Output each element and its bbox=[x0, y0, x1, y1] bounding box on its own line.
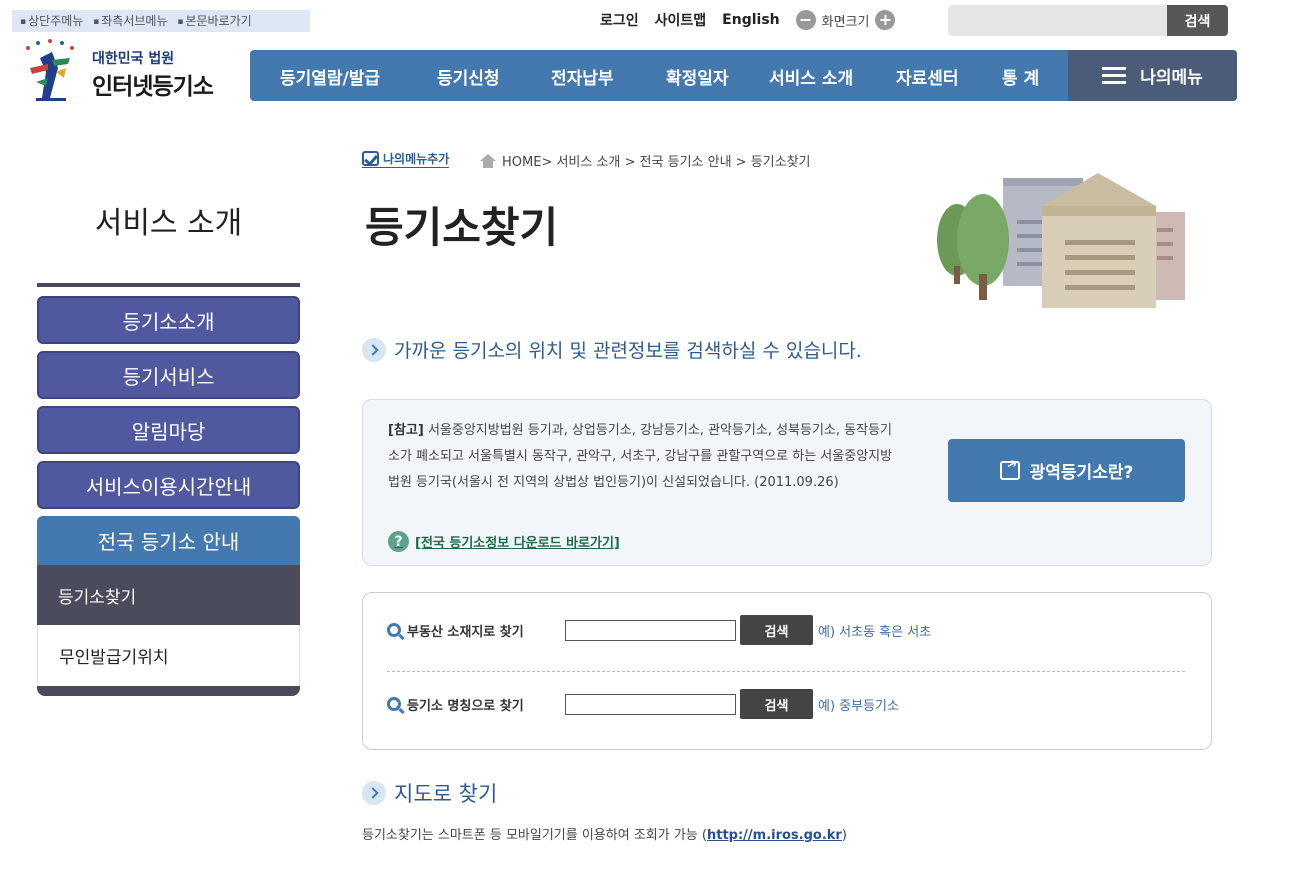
english-link[interactable]: English bbox=[722, 12, 779, 28]
map-search-title[interactable]: 지도로 찾기 bbox=[394, 778, 497, 808]
gnb-item-apply[interactable]: 등기신청 bbox=[437, 64, 500, 89]
lnb-item-office-intro[interactable]: 등기소소개 bbox=[37, 296, 300, 344]
download-link-label: [전국 등기소정보 다운로드 바로가기] bbox=[415, 536, 620, 551]
skip-link-top-menu[interactable]: 상단주메뉴 bbox=[20, 14, 83, 28]
gnb-item-view-issue[interactable]: 등기열람/발급 bbox=[280, 64, 380, 89]
zoom-out-icon[interactable]: − bbox=[795, 10, 816, 30]
page-title: 등기소찾기 bbox=[365, 203, 559, 252]
court-emblem-icon bbox=[26, 39, 74, 101]
search-by-name-row: 등기소 명칭으로 찾기 검색 예) 중부등기소 bbox=[387, 689, 899, 719]
lnb-title: 서비스 소개 bbox=[94, 206, 243, 241]
map-search-heading: 지도로 찾기 bbox=[362, 778, 497, 808]
skip-links: 상단주메뉴 좌측서브메뉴 본문바로가기 bbox=[12, 10, 310, 32]
office-search-box: 부동산 소재지로 찾기 검색 예) 서초동 혹은 서초 등기소 명칭으로 찾기 … bbox=[362, 592, 1212, 750]
chevron-right-icon bbox=[362, 337, 386, 362]
breadcrumb-path: HOME> 서비스 소개 > 전국 등기소 안내 > 등기소찾기 bbox=[502, 155, 811, 170]
utility-bar: 로그인 사이트맵 English − 화면크기 + bbox=[600, 8, 896, 32]
logo-subtitle: 대한민국 법원 bbox=[92, 51, 175, 67]
gnb-item-fixed-date[interactable]: 확정일자 bbox=[666, 64, 729, 89]
mobile-notice: 등기소찾기는 스마트폰 등 모바일기기를 이용하여 조회가 가능 (http:/… bbox=[362, 828, 847, 843]
download-link[interactable]: ? [전국 등기소정보 다운로드 바로가기] bbox=[388, 531, 620, 552]
gnb-item-payment[interactable]: 전자납부 bbox=[551, 64, 614, 89]
office-name-search-button[interactable]: 검색 bbox=[740, 689, 813, 719]
mobile-site-link[interactable]: http://m.iros.go.kr bbox=[707, 828, 842, 843]
search-by-name-label: 등기소 명칭으로 찾기 bbox=[387, 695, 565, 714]
my-menu-button[interactable]: 나의메뉴 bbox=[1068, 50, 1237, 101]
lnb-sub-kiosk-location[interactable]: 무인발급기위치 bbox=[37, 625, 300, 686]
address-example: 예) 서초동 혹은 서초 bbox=[818, 624, 932, 640]
divider bbox=[387, 671, 1185, 672]
lnb-divider bbox=[37, 283, 300, 287]
lnb-sub-find-office[interactable]: 등기소찾기 bbox=[37, 565, 300, 625]
lnb-item-service-hours[interactable]: 서비스이용시간안내 bbox=[37, 461, 300, 509]
question-icon: ? bbox=[388, 531, 409, 552]
main-navigation: 등기열람/발급 등기신청 전자납부 확정일자 서비스 소개 자료센터 통 계 나… bbox=[250, 50, 1237, 101]
site-logo[interactable]: 대한민국 법원 인터넷등기소 bbox=[18, 38, 233, 104]
search-icon bbox=[387, 697, 401, 711]
hamburger-icon bbox=[1102, 66, 1127, 85]
home-icon[interactable] bbox=[480, 153, 496, 168]
search-by-address-label: 부동산 소재지로 찾기 bbox=[387, 621, 565, 640]
zoom-label: 화면크기 bbox=[821, 14, 870, 30]
address-search-button[interactable]: 검색 bbox=[740, 615, 813, 645]
search-button[interactable]: 검색 bbox=[1167, 5, 1228, 36]
external-link-icon bbox=[999, 461, 1020, 480]
lnb-item-nationwide-offices[interactable]: 전국 등기소 안내 bbox=[37, 516, 300, 565]
site-search: 검색 bbox=[948, 5, 1228, 36]
breadcrumb: HOME> 서비스 소개 > 전국 등기소 안내 > 등기소찾기 bbox=[480, 151, 811, 170]
chevron-right-icon bbox=[362, 781, 386, 805]
search-icon bbox=[387, 623, 401, 637]
address-input[interactable] bbox=[565, 619, 736, 641]
lnb-item-registry-service[interactable]: 등기서비스 bbox=[37, 351, 300, 399]
add-my-menu-link[interactable]: 나의메뉴추가 bbox=[362, 150, 450, 168]
registry-building-illustration bbox=[937, 173, 1185, 308]
logo-title: 인터넷등기소 bbox=[92, 74, 214, 100]
zoom-control: − 화면크기 + bbox=[795, 10, 896, 30]
my-menu-label: 나의메뉴 bbox=[1140, 68, 1203, 88]
sitemap-link[interactable]: 사이트맵 bbox=[655, 10, 707, 30]
notice-box: [참고] 서울중앙지방법원 등기과, 상업등기소, 강남등기소, 관악등기소, … bbox=[362, 399, 1212, 566]
checkbox-icon bbox=[362, 151, 379, 166]
gnb-item-service-intro[interactable]: 서비스 소개 bbox=[769, 64, 853, 89]
zoom-in-icon[interactable]: + bbox=[875, 10, 896, 30]
gnb-item-statistics[interactable]: 통 계 bbox=[1002, 64, 1039, 89]
intro-heading: 가까운 등기소의 위치 및 관련정보를 검색하실 수 있습니다. bbox=[362, 336, 862, 363]
lnb-active-group: 전국 등기소 안내 등기소찾기 무인발급기위치 bbox=[37, 516, 300, 696]
login-link[interactable]: 로그인 bbox=[600, 10, 639, 30]
lnb-item-notice-board[interactable]: 알림마당 bbox=[37, 406, 300, 454]
office-name-example: 예) 중부등기소 bbox=[818, 698, 899, 714]
gnb-item-resources[interactable]: 자료센터 bbox=[896, 64, 959, 89]
office-name-input[interactable] bbox=[565, 693, 736, 715]
intro-text: 가까운 등기소의 위치 및 관련정보를 검색하실 수 있습니다. bbox=[394, 340, 862, 362]
wide-registry-button[interactable]: 광역등기소란? bbox=[948, 439, 1185, 502]
search-by-address-row: 부동산 소재지로 찾기 검색 예) 서초동 혹은 서초 bbox=[387, 615, 931, 645]
add-my-menu-label: 나의메뉴추가 bbox=[383, 152, 450, 166]
notice-tag: [참고] bbox=[388, 423, 424, 438]
skip-link-content[interactable]: 본문바로가기 bbox=[177, 14, 251, 28]
wide-registry-label: 광역등기소란? bbox=[1029, 463, 1134, 483]
notice-text: [참고] 서울중앙지방법원 등기과, 상업등기소, 강남등기소, 관악등기소, … bbox=[388, 418, 893, 496]
skip-link-left-menu[interactable]: 좌측서브메뉴 bbox=[93, 14, 167, 28]
notice-body: 서울중앙지방법원 등기과, 상업등기소, 강남등기소, 관악등기소, 성북등기소… bbox=[388, 423, 893, 490]
search-input[interactable] bbox=[948, 5, 1167, 36]
